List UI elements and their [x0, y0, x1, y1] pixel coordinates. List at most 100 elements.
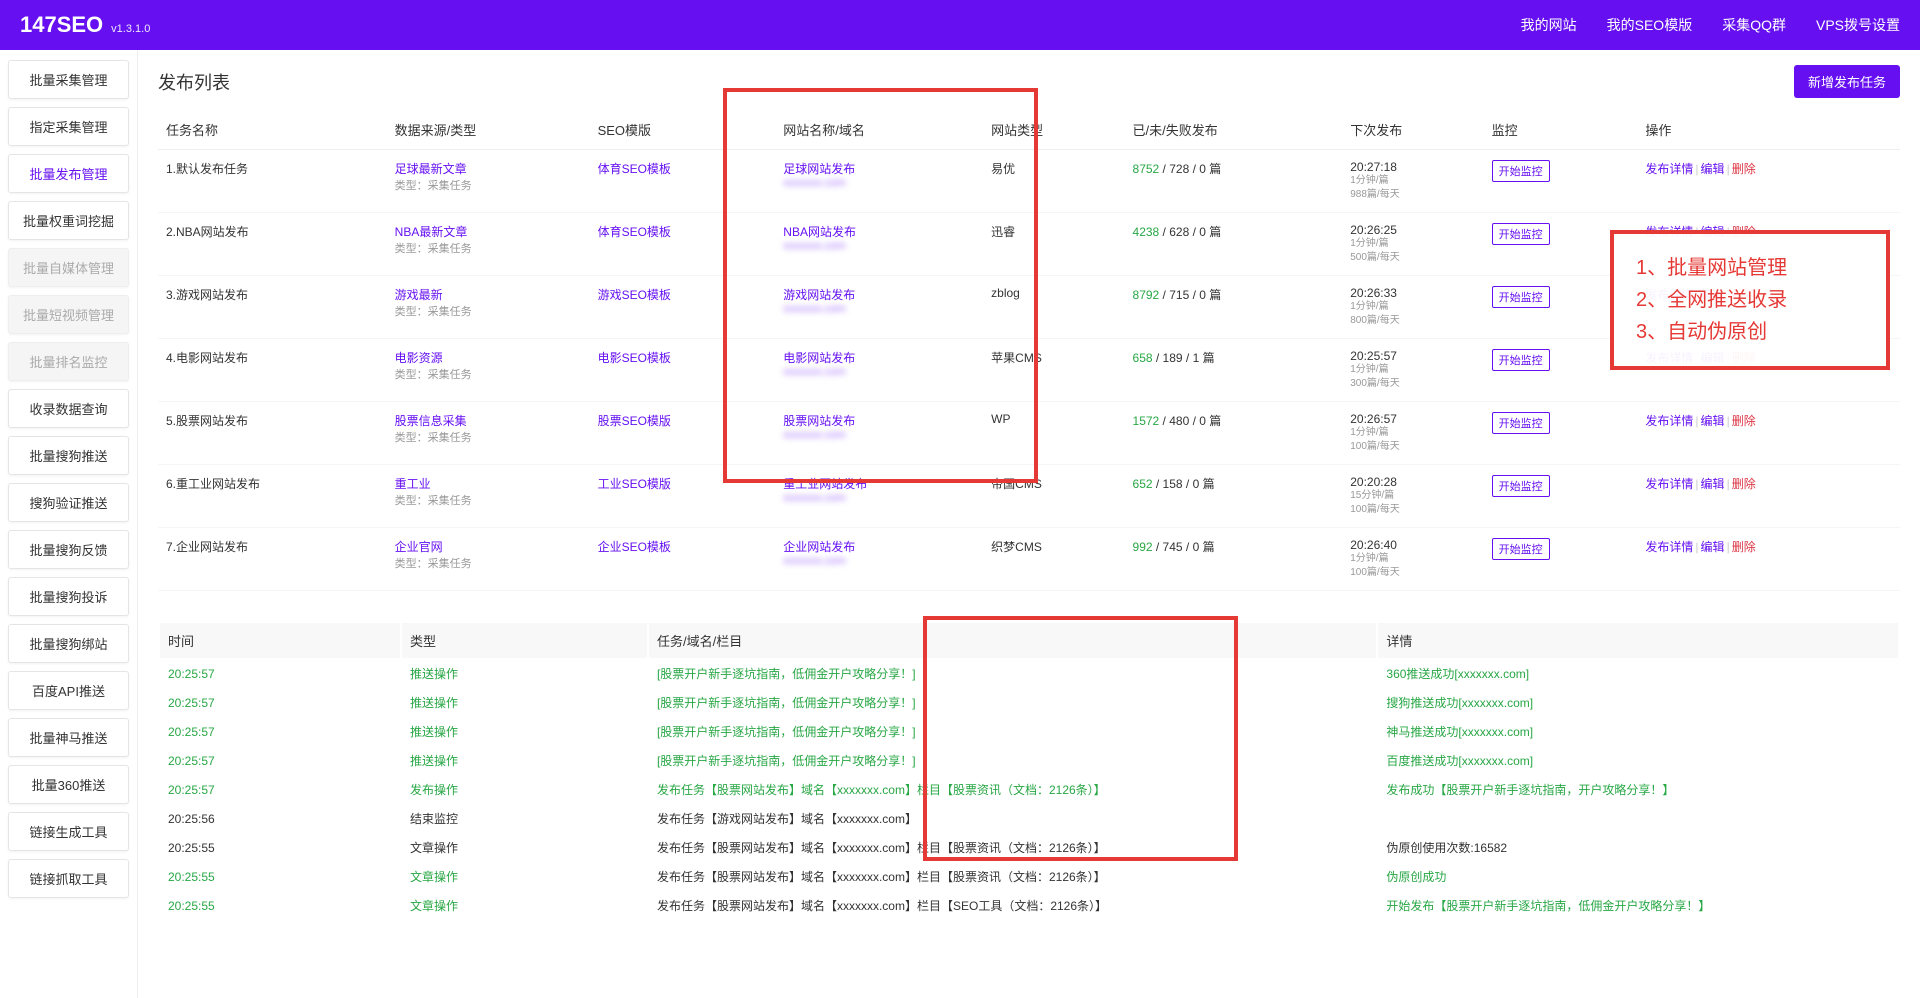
col-header-3: 网站名称/域名	[775, 110, 983, 150]
op-detail[interactable]: 发布详情	[1645, 162, 1693, 176]
op-detail[interactable]: 发布详情	[1645, 477, 1693, 491]
log-time: 20:25:57	[160, 718, 400, 745]
sidebar-item-12[interactable]: 批量搜狗绑站	[8, 624, 129, 663]
app-version: v1.3.1.0	[111, 23, 150, 35]
start-monitor-button[interactable]: 开始监控	[1492, 223, 1550, 245]
log-type: 推送操作	[402, 689, 647, 716]
sidebar-item-11[interactable]: 批量搜狗投诉	[8, 577, 129, 616]
cell-site-link[interactable]: 重工业网站发布	[783, 477, 867, 491]
sidebar-item-8[interactable]: 批量搜狗推送	[8, 436, 129, 475]
sidebar-item-14[interactable]: 批量神马推送	[8, 718, 129, 757]
op-delete[interactable]: 删除	[1732, 540, 1756, 554]
sidebar: 批量采集管理指定采集管理批量发布管理批量权重词挖掘批量自媒体管理批量短视频管理批…	[0, 50, 138, 998]
log-row: 20:25:55文章操作发布任务【股票网站发布】域名【xxxxxxx.com】栏…	[160, 834, 1898, 861]
sidebar-item-0[interactable]: 批量采集管理	[8, 60, 129, 99]
new-publish-task-button[interactable]: 新增发布任务	[1794, 65, 1900, 98]
nav-seo-templates[interactable]: 我的SEO模版	[1607, 15, 1693, 35]
sidebar-item-15[interactable]: 批量360推送	[8, 765, 129, 804]
table-row: 7.企业网站发布企业官网类型：采集任务企业SEO模板企业网站发布xxxxxxx.…	[158, 528, 1900, 591]
nav-qq-group[interactable]: 采集QQ群	[1722, 15, 1786, 35]
nav-my-sites[interactable]: 我的网站	[1521, 15, 1577, 35]
nav-vps-dial[interactable]: VPS拨号设置	[1816, 15, 1900, 35]
cell-source-link[interactable]: 电影资源	[395, 351, 443, 365]
op-delete[interactable]: 删除	[1732, 414, 1756, 428]
cell-site-link[interactable]: 足球网站发布	[783, 162, 855, 176]
op-delete[interactable]: 删除	[1732, 162, 1756, 176]
cell-source-link[interactable]: NBA最新文章	[395, 225, 468, 239]
log-task: 发布任务【股票网站发布】域名【xxxxxxx.com】栏目【股票资讯（文档：21…	[649, 863, 1376, 890]
op-edit[interactable]: 编辑	[1701, 162, 1725, 176]
start-monitor-button[interactable]: 开始监控	[1492, 286, 1550, 308]
cell-source-type: 类型：采集任务	[395, 492, 582, 508]
start-monitor-button[interactable]: 开始监控	[1492, 538, 1550, 560]
cell-template-link[interactable]: 电影SEO模板	[598, 351, 671, 365]
cell-template-link[interactable]: 工业SEO模版	[598, 477, 671, 491]
log-type: 推送操作	[402, 660, 647, 687]
sidebar-item-7[interactable]: 收录数据查询	[8, 389, 129, 428]
sidebar-item-9[interactable]: 搜狗验证推送	[8, 483, 129, 522]
cell-site-link[interactable]: 股票网站发布	[783, 414, 855, 428]
cell-next-publish: 20:26:571分钟/篇100篇/每天	[1342, 402, 1483, 465]
cell-source-type: 类型：采集任务	[395, 240, 582, 256]
cell-task-name: 2.NBA网站发布	[158, 213, 387, 276]
table-row: 5.股票网站发布股票信息采集类型：采集任务股票SEO模版股票网站发布xxxxxx…	[158, 402, 1900, 465]
start-monitor-button[interactable]: 开始监控	[1492, 412, 1550, 434]
cell-site-link[interactable]: 游戏网站发布	[783, 288, 855, 302]
cell-site-link[interactable]: 电影网站发布	[783, 351, 855, 365]
cell-ops: 发布详情|编辑|删除	[1637, 465, 1900, 528]
cell-next-publish: 20:27:181分钟/篇988篇/每天	[1342, 150, 1483, 213]
log-col-0: 时间	[160, 623, 400, 658]
cell-template-link[interactable]: 企业SEO模板	[598, 540, 671, 554]
log-detail: 百度推送成功[xxxxxxx.com]	[1378, 747, 1898, 774]
cell-source-type: 类型：采集任务	[395, 303, 582, 319]
header-nav: 我的网站 我的SEO模版 采集QQ群 VPS拨号设置	[1521, 15, 1900, 35]
op-edit[interactable]: 编辑	[1701, 540, 1725, 554]
cell-site-type: 易优	[983, 150, 1124, 213]
page-title: 发布列表	[158, 69, 230, 95]
sidebar-item-13[interactable]: 百度API推送	[8, 671, 129, 710]
start-monitor-button[interactable]: 开始监控	[1492, 160, 1550, 182]
cell-domain: xxxxxxx.com	[783, 177, 975, 189]
op-edit[interactable]: 编辑	[1701, 414, 1725, 428]
annotation-line-1: 1、批量网站管理	[1636, 252, 1864, 284]
sidebar-item-10[interactable]: 批量搜狗反馈	[8, 530, 129, 569]
col-header-5: 已/未/失败发布	[1125, 110, 1343, 150]
sidebar-item-3[interactable]: 批量权重词挖掘	[8, 201, 129, 240]
cell-source-link[interactable]: 足球最新文章	[395, 162, 467, 176]
log-task: [股票开户新手逐坑指南，低佣金开户攻略分享！]	[649, 718, 1376, 745]
log-detail	[1378, 805, 1898, 832]
op-edit[interactable]: 编辑	[1701, 477, 1725, 491]
log-type: 文章操作	[402, 892, 647, 919]
cell-publish-count: 658 / 189 / 1 篇	[1125, 339, 1343, 402]
cell-ops: 发布详情|编辑|删除	[1637, 150, 1900, 213]
cell-source-link[interactable]: 重工业	[395, 477, 431, 491]
op-delete[interactable]: 删除	[1732, 477, 1756, 491]
cell-template-link[interactable]: 游戏SEO模板	[598, 288, 671, 302]
cell-template-link[interactable]: 体育SEO模板	[598, 162, 671, 176]
cell-site-link[interactable]: NBA网站发布	[783, 225, 856, 239]
sidebar-item-17[interactable]: 链接抓取工具	[8, 859, 129, 898]
log-type: 发布操作	[402, 776, 647, 803]
cell-source-link[interactable]: 游戏最新	[395, 288, 443, 302]
start-monitor-button[interactable]: 开始监控	[1492, 349, 1550, 371]
log-time: 20:25:56	[160, 805, 400, 832]
cell-source-link[interactable]: 股票信息采集	[395, 414, 467, 428]
log-row: 20:25:57推送操作[股票开户新手逐坑指南，低佣金开户攻略分享！]搜狗推送成…	[160, 689, 1898, 716]
op-detail[interactable]: 发布详情	[1645, 414, 1693, 428]
cell-publish-count: 8752 / 728 / 0 篇	[1125, 150, 1343, 213]
cell-site-type: 苹果CMS	[983, 339, 1124, 402]
cell-template-link[interactable]: 体育SEO模板	[598, 225, 671, 239]
op-detail[interactable]: 发布详情	[1645, 540, 1693, 554]
cell-site-link[interactable]: 企业网站发布	[783, 540, 855, 554]
start-monitor-button[interactable]: 开始监控	[1492, 475, 1550, 497]
log-task: 发布任务【股票网站发布】域名【xxxxxxx.com】栏目【股票资讯（文档：21…	[649, 776, 1376, 803]
sidebar-item-16[interactable]: 链接生成工具	[8, 812, 129, 851]
cell-source-link[interactable]: 企业官网	[395, 540, 443, 554]
log-row: 20:25:56结束监控发布任务【游戏网站发布】域名【xxxxxxx.com】	[160, 805, 1898, 832]
log-row: 20:25:57推送操作[股票开户新手逐坑指南，低佣金开户攻略分享！]神马推送成…	[160, 718, 1898, 745]
sidebar-item-1[interactable]: 指定采集管理	[8, 107, 129, 146]
col-header-7: 监控	[1484, 110, 1638, 150]
sidebar-item-2[interactable]: 批量发布管理	[8, 154, 129, 193]
cell-template-link[interactable]: 股票SEO模版	[598, 414, 671, 428]
col-header-4: 网站类型	[983, 110, 1124, 150]
